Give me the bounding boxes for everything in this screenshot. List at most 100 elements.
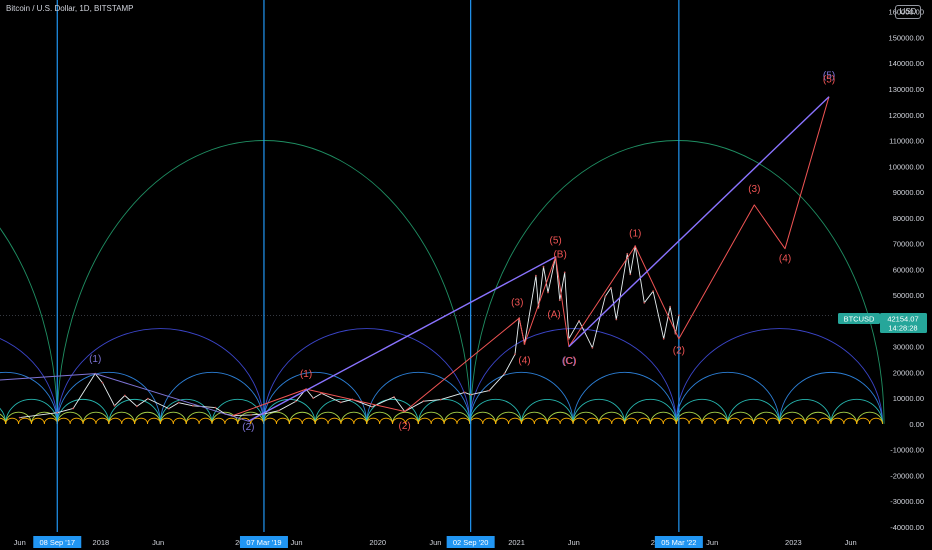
price-tick-label: 150000.00 [889,33,924,42]
price-point [177,401,180,404]
price-tick-label: -10000.00 [890,446,924,455]
price-point [136,405,138,408]
price-point [542,265,545,268]
price-point [56,411,59,414]
price-tick-label: 70000.00 [893,240,924,249]
price-point [558,299,561,302]
price-tick-label: 80000.00 [893,214,924,223]
time-tick-label: 2020 [369,538,386,547]
price-tick-label: 90000.00 [893,188,924,197]
time-tick-label: Jun [152,538,164,547]
time-tick-label: Jun [429,538,441,547]
price-axis[interactable]: -40000.00 -30000.00 -20000.00 -10000.00 0.00… [889,8,924,532]
price-point [294,400,297,403]
symbol-title: Bitcoin / U.S. Dollar, 1D, BITSTAMP [6,4,134,13]
price-point [339,401,342,404]
price-tick-label: 30000.00 [893,343,924,352]
price-point [214,406,217,409]
time-tick-label: Jun [568,538,580,547]
time-tick-label: Jun [845,538,857,547]
price-tick-label: -20000.00 [890,471,924,480]
price-point [503,373,506,375]
wave-label: (4) [779,254,791,265]
price-point [371,405,373,408]
wave-label: (3) [511,297,523,308]
price-point [72,407,75,410]
wave-label: (1) [89,354,101,365]
price-point [422,400,425,403]
time-tick-label: 2018 [93,538,110,547]
price-tick-label: 50000.00 [893,291,924,300]
price-tick-label: 110000.00 [889,137,924,146]
price-tick-label: 60000.00 [893,265,924,274]
price-point [610,286,612,289]
time-tick-label: Jun [291,538,303,547]
price-point [488,389,491,392]
cycle-date-label: 07 Mar '19 [246,538,281,547]
time-tick-label: Jun [14,538,26,547]
price-point [578,319,580,322]
wave-label: (B) [553,250,566,261]
price-point [604,295,607,298]
wave-label: (2) [399,421,411,432]
price-tick-label: 100000.00 [889,162,924,171]
wave-label: (5) [549,236,561,247]
price-point [662,337,665,340]
time-tick-label: 2023 [785,538,802,547]
badge-countdown: 14:28:28 [888,324,917,333]
wave-label: (2) [242,422,254,433]
wave-label: (1) [629,228,641,239]
wave-label: (2) [673,346,685,357]
cycle-date-label: 08 Sep '17 [39,538,75,547]
price-point [312,397,315,399]
wave-label: (5) [823,75,835,86]
price-point [463,391,466,394]
time-tick-label: Jun [706,538,718,547]
price-tick-label: 0.00 [909,420,924,429]
time-tick-label: 2021 [508,538,525,547]
price-tick-label: 20000.00 [893,368,924,377]
price-tick-label: -30000.00 [890,497,924,506]
price-tick-label: 10000.00 [893,394,924,403]
price-point [669,305,671,308]
price-point [250,414,253,416]
chart-background [0,0,932,550]
price-point [18,416,21,419]
cycle-date-label: 05 Mar '22 [661,538,696,547]
price-tick-label: 120000.00 [889,111,924,120]
price-point [626,252,629,255]
price-point [393,396,395,398]
price-point [192,404,194,407]
price-tick-label: 130000.00 [889,85,924,94]
price-point [678,314,680,317]
wave-label: (3) [748,184,760,195]
price-point [563,271,566,274]
badge-price: 42154.07 [887,315,918,324]
price-point [439,398,442,401]
price-point [652,290,654,293]
price-point [547,291,549,294]
chart-canvas[interactable]: (1)(2)(1)(2)(3)(4)(5)(B)(A)(C)(C)(1)(2)(… [0,0,932,550]
currency-button[interactable]: USD [895,5,921,19]
price-tick-label: -40000.00 [890,523,924,532]
wave-label: (C) [563,356,577,367]
price-point [469,393,472,396]
price-point [629,273,632,276]
badge-symbol: BTCUSD [844,315,875,324]
price-tick-label: 140000.00 [889,59,924,68]
price-point [113,404,116,407]
price-point [615,318,618,321]
wave-label: (1) [300,369,312,380]
price-point [167,407,170,410]
price-point [514,353,516,356]
price-point [277,409,280,412]
price-point [147,397,149,400]
price-point [643,301,646,304]
price-point [535,274,537,277]
wave-label: (A) [547,309,560,320]
price-point [591,346,594,349]
cycle-date-label: 02 Sep '20 [453,538,489,547]
wave-label: (4) [518,355,530,366]
price-point [101,381,104,384]
price-point [123,394,126,397]
